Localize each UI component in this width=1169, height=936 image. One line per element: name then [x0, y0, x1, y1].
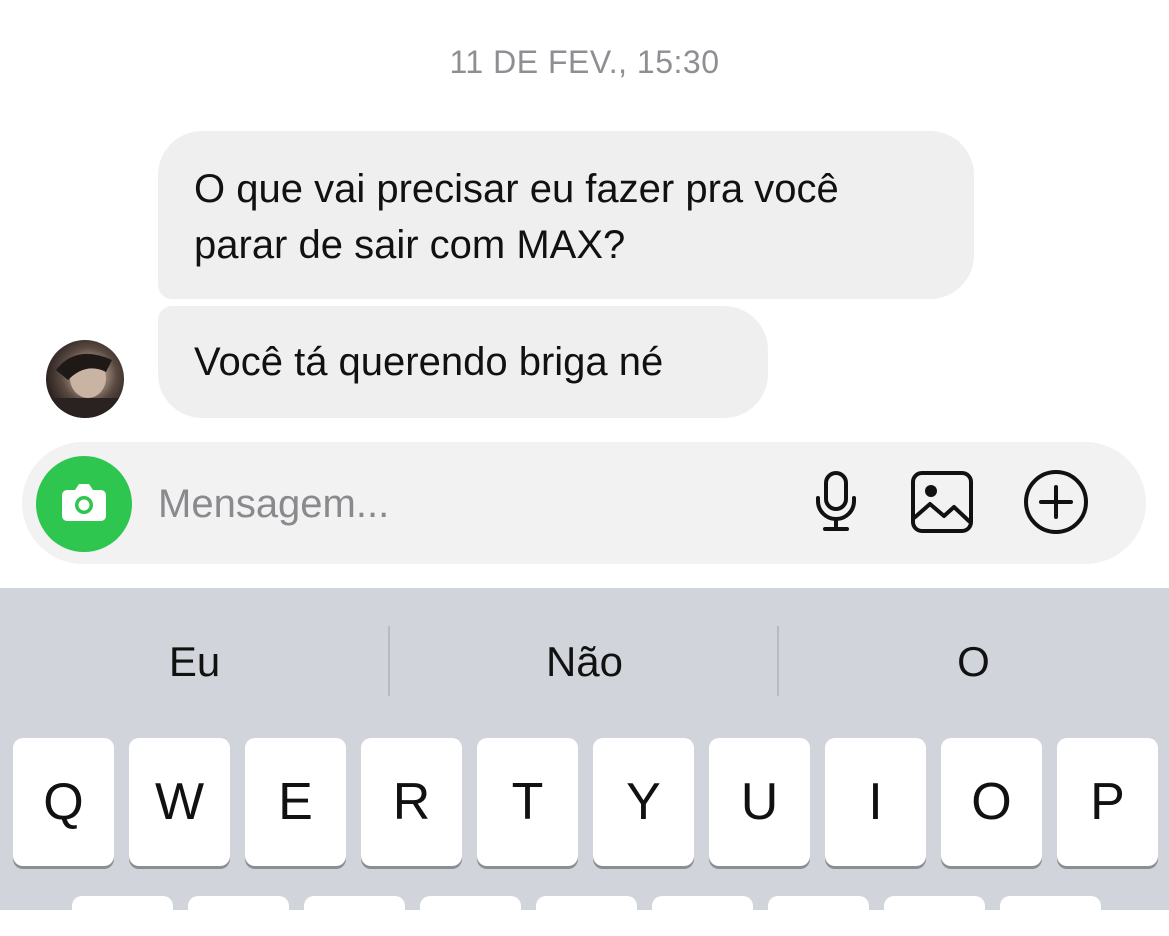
- key-t[interactable]: T: [477, 738, 578, 866]
- received-message-bubble[interactable]: O que vai precisar eu fazer pra você par…: [158, 131, 974, 299]
- key-p[interactable]: P: [1057, 738, 1158, 866]
- key-row2-partial[interactable]: [188, 896, 289, 936]
- camera-button[interactable]: [36, 456, 132, 552]
- microphone-icon: [813, 470, 859, 539]
- key-u[interactable]: U: [709, 738, 810, 866]
- key-i[interactable]: I: [825, 738, 926, 866]
- key-row2-partial[interactable]: [72, 896, 173, 936]
- key-row2-partial[interactable]: [304, 896, 405, 936]
- key-w[interactable]: W: [129, 738, 230, 866]
- suggestion-item[interactable]: Eu: [0, 612, 389, 712]
- key-e[interactable]: E: [245, 738, 346, 866]
- thread-timestamp: 11 DE FEV., 15:30: [449, 44, 720, 80]
- key-row2-partial[interactable]: [884, 896, 985, 936]
- key-row2-partial[interactable]: [652, 896, 753, 936]
- key-row2-partial[interactable]: [1000, 896, 1101, 936]
- key-row2-partial[interactable]: [536, 896, 637, 936]
- plus-circle-icon: [1023, 469, 1089, 540]
- key-row2-partial[interactable]: [768, 896, 869, 936]
- camera-icon: [59, 482, 109, 527]
- key-o[interactable]: O: [941, 738, 1042, 866]
- received-message-bubble[interactable]: Você tá querendo briga né: [158, 306, 768, 418]
- key-r[interactable]: R: [361, 738, 462, 866]
- voice-message-button[interactable]: [798, 466, 874, 542]
- key-q[interactable]: Q: [13, 738, 114, 866]
- message-input[interactable]: [158, 476, 758, 532]
- suggestion-item[interactable]: O: [779, 612, 1168, 712]
- sender-avatar[interactable]: [46, 340, 124, 418]
- more-options-button[interactable]: [1018, 466, 1094, 542]
- key-y[interactable]: Y: [593, 738, 694, 866]
- key-row2-partial[interactable]: [420, 896, 521, 936]
- gallery-button[interactable]: [904, 466, 980, 542]
- suggestion-item[interactable]: Não: [390, 612, 779, 712]
- gallery-icon: [910, 470, 974, 539]
